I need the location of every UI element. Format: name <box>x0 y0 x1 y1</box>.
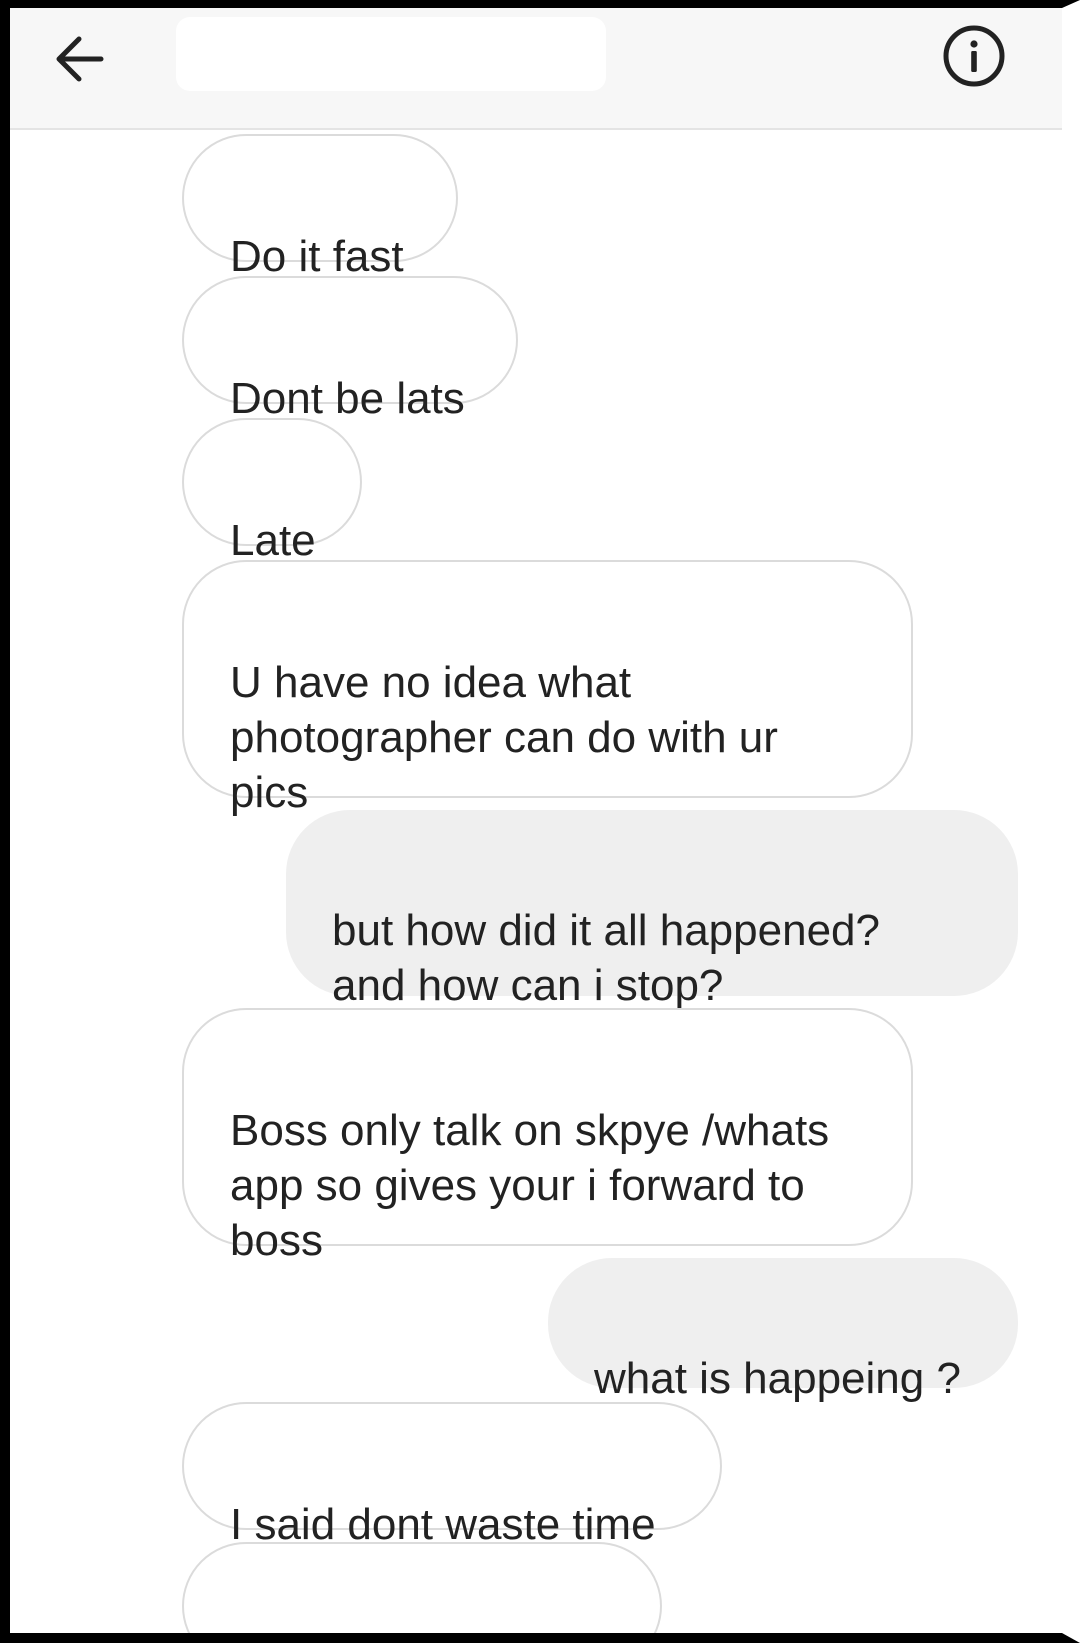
message-text: Late <box>230 516 316 565</box>
back-button[interactable] <box>44 24 114 94</box>
message-text: what is happeing ? <box>594 1354 961 1403</box>
message-bubble-incoming[interactable]: U have no idea what photographer can do … <box>182 560 913 817</box>
message-bubble-outgoing[interactable]: what is happeing ? <box>548 1258 1018 1403</box>
message-bubble-outgoing[interactable]: but how did it all happened? and how can… <box>286 810 1018 1010</box>
chat-header <box>10 8 1062 130</box>
message-text: but how did it all happened? and how can… <box>332 906 880 1010</box>
arrow-left-icon <box>56 36 104 82</box>
screenshot-frame: Do it fast Dont be lats Late U have no i… <box>0 0 1080 1643</box>
message-bubble-incoming[interactable]: I said dont waste time <box>182 1402 722 1549</box>
message-text: Dont be lats <box>230 374 465 423</box>
message-text: Boss only talk on skpye /whats app so gi… <box>230 1106 830 1265</box>
message-bubble-incoming[interactable]: Dont be lats <box>182 276 518 423</box>
message-bubble-incoming[interactable]: Late <box>182 418 362 565</box>
message-bubble-incoming[interactable]: Boss only talk on skpye /whats app so gi… <box>182 1008 913 1265</box>
info-circle-icon <box>943 25 1005 87</box>
frame-border <box>1072 8 1080 1643</box>
message-bubble-incoming[interactable]: Do it fast <box>182 134 458 281</box>
message-text: U have no idea what photographer can do … <box>230 658 778 817</box>
message-text: Do it fast <box>230 232 404 281</box>
info-button[interactable] <box>942 24 1006 88</box>
conversation-title[interactable] <box>176 17 606 91</box>
message-list[interactable]: Do it fast Dont be lats Late U have no i… <box>10 130 1062 1633</box>
message-bubble-partial[interactable] <box>182 1542 662 1633</box>
